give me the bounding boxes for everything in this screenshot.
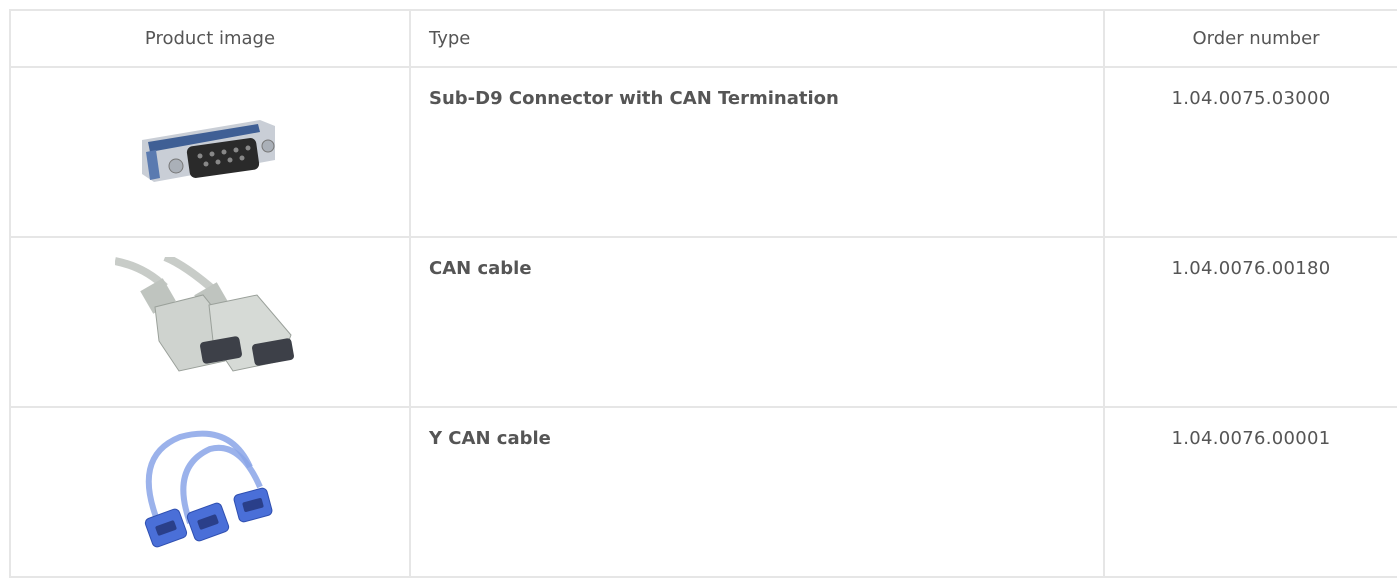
header-product-image: Product image <box>9 9 411 68</box>
product-image-cell <box>9 66 411 238</box>
product-image-cell <box>9 236 411 408</box>
table-row: CAN cable 1.04.0076.00180 <box>9 236 1397 408</box>
header-order-number: Order number <box>1103 9 1397 68</box>
table-row: Y CAN cable 1.04.0076.00001 <box>9 406 1397 578</box>
table-row: Sub-D9 Connector with CAN Termination 1.… <box>9 66 1397 238</box>
sub-d9-connector-icon <box>142 120 275 182</box>
can-cable-icon <box>115 257 294 372</box>
product-type: Y CAN cable <box>409 406 1105 578</box>
header-type: Type <box>409 9 1105 68</box>
table-header-row: Product image Type Order number <box>9 9 1397 68</box>
order-number: 1.04.0076.00180 <box>1103 236 1397 408</box>
product-type: Sub-D9 Connector with CAN Termination <box>409 66 1105 238</box>
order-number: 1.04.0075.03000 <box>1103 66 1397 238</box>
y-can-cable-icon <box>144 430 273 548</box>
product-table: Product image Type Order number Sub-D9 C… <box>9 9 1397 578</box>
order-number: 1.04.0076.00001 <box>1103 406 1397 578</box>
product-image-cell <box>9 406 411 578</box>
product-type: CAN cable <box>409 236 1105 408</box>
